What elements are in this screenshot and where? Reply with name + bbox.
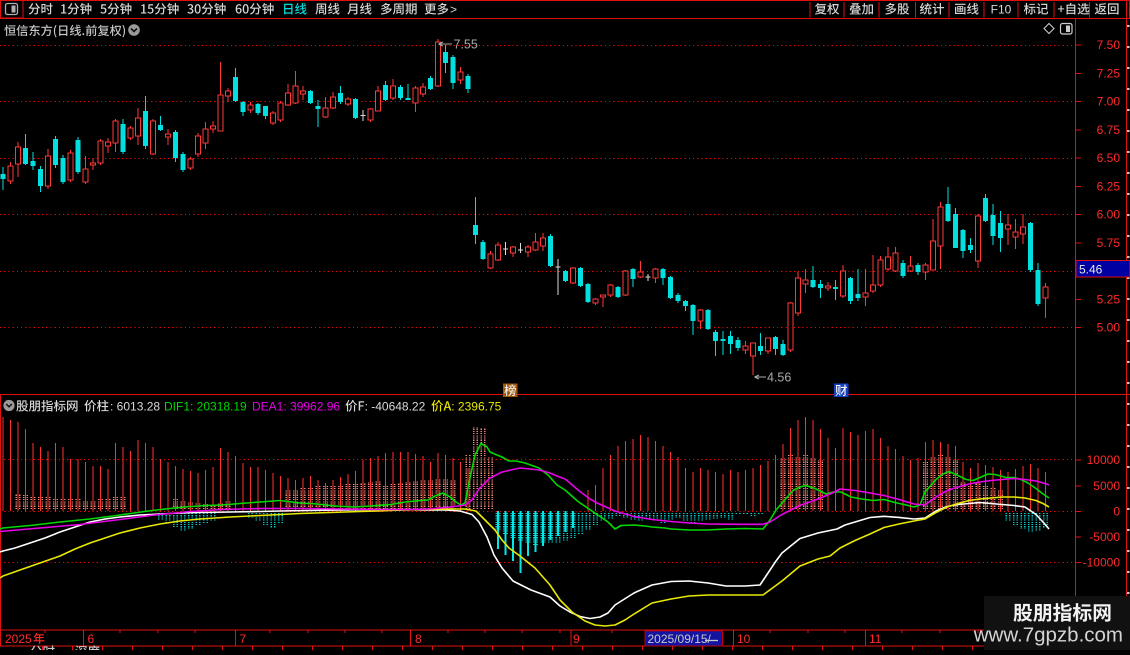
svg-text:5.25: 5.25 bbox=[1097, 292, 1121, 306]
svg-text:8: 8 bbox=[415, 632, 422, 646]
svg-text:11: 11 bbox=[869, 632, 882, 646]
svg-text:>: > bbox=[450, 3, 457, 17]
svg-text:9: 9 bbox=[573, 632, 580, 646]
svg-text:7.25: 7.25 bbox=[1097, 66, 1121, 80]
svg-text:6.50: 6.50 bbox=[1097, 151, 1121, 165]
svg-text:10000: 10000 bbox=[1087, 453, 1121, 467]
svg-text:7: 7 bbox=[240, 632, 247, 646]
svg-text:2025: 2025 bbox=[5, 632, 32, 646]
svg-text:-5000: -5000 bbox=[1089, 530, 1120, 544]
svg-text:4.56: 4.56 bbox=[767, 371, 791, 385]
svg-text:7.50: 7.50 bbox=[1097, 38, 1121, 52]
svg-text:6: 6 bbox=[88, 632, 95, 646]
svg-text:www.7gpzb.com: www.7gpzb.com bbox=[973, 624, 1123, 647]
svg-text:6.00: 6.00 bbox=[1097, 208, 1121, 222]
svg-text:0: 0 bbox=[1113, 505, 1120, 519]
svg-text:6.75: 6.75 bbox=[1097, 123, 1121, 137]
svg-text:6.25: 6.25 bbox=[1097, 179, 1121, 193]
svg-text:10: 10 bbox=[737, 632, 751, 646]
svg-text:2025/09/15/: 2025/09/15/ bbox=[648, 632, 712, 646]
svg-text:5.46: 5.46 bbox=[1079, 263, 1103, 277]
svg-text:5000: 5000 bbox=[1093, 479, 1120, 493]
svg-text:: -40648.22: : -40648.22 bbox=[365, 400, 426, 414]
svg-text:DIF1: 20318.19: DIF1: 20318.19 bbox=[164, 400, 247, 414]
svg-text:7.55: 7.55 bbox=[454, 38, 478, 52]
svg-text:-10000: -10000 bbox=[1083, 556, 1121, 570]
svg-text:DEA1: 39962.96: DEA1: 39962.96 bbox=[252, 400, 340, 414]
svg-text:: 6013.28: : 6013.28 bbox=[110, 400, 160, 414]
svg-text:7.00: 7.00 bbox=[1097, 95, 1121, 109]
svg-text:5.75: 5.75 bbox=[1097, 236, 1121, 250]
svg-text:5.00: 5.00 bbox=[1097, 321, 1121, 335]
svg-text:: 2396.75: : 2396.75 bbox=[451, 400, 501, 414]
svg-text:F10: F10 bbox=[991, 3, 1012, 17]
